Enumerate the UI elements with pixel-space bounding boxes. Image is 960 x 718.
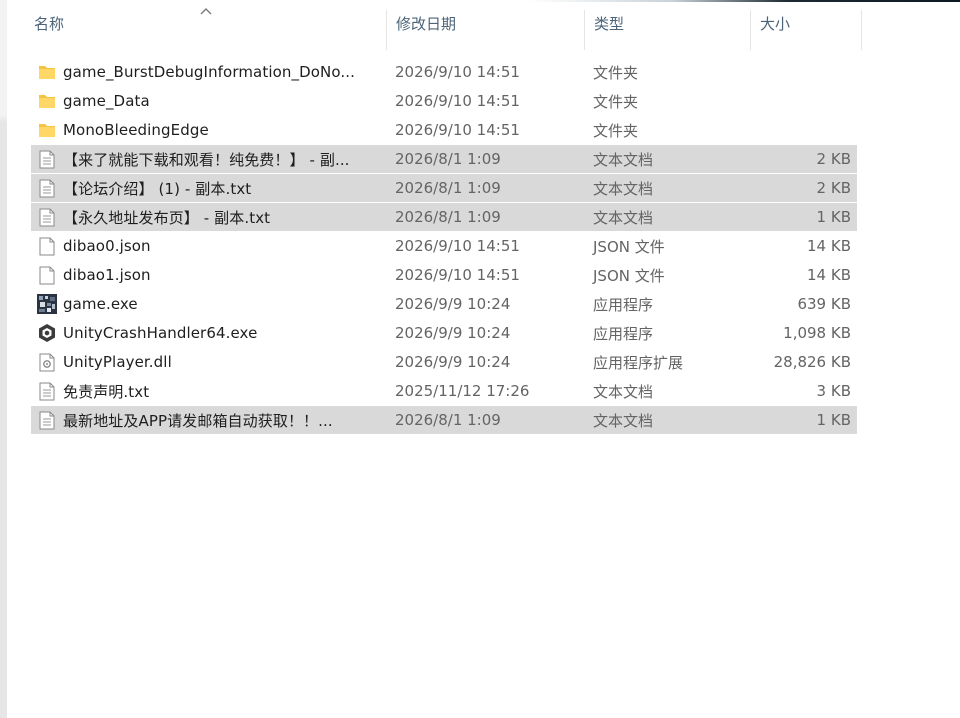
text-file-icon (37, 410, 57, 430)
column-header-date-label: 修改日期 (396, 14, 457, 33)
file-date: 2026/9/9 10:24 (395, 295, 511, 313)
file-row[interactable]: UnityCrashHandler64.exe 2026/9/9 10:24 应用程… (31, 319, 857, 347)
file-size: 639 KB (797, 295, 851, 313)
file-size: 2 KB (816, 179, 851, 197)
dll-file-icon (37, 352, 57, 372)
file-name: game_Data (63, 92, 150, 110)
text-file-icon (37, 207, 57, 227)
file-type: 应用程序 (593, 295, 654, 314)
file-date: 2026/8/1 1:09 (395, 411, 501, 429)
file-row[interactable]: UnityPlayer.dll 2026/9/9 10:24 应用程序扩展 28,82… (31, 348, 857, 376)
file-name: game.exe (63, 295, 138, 313)
file-name: 【永久地址发布页】 - 副本.txt (63, 208, 271, 227)
file-name: MonoBleedingEdge (63, 121, 209, 139)
column-header-type[interactable]: 类型 (585, 0, 751, 50)
folder-icon (37, 120, 57, 140)
file-size: 14 KB (807, 237, 851, 255)
blank-file-icon (37, 265, 57, 285)
folder-icon (37, 62, 57, 82)
file-row[interactable]: 免责声明.txt 2025/11/12 17:26 文本文档 3 KB (31, 377, 857, 405)
file-row[interactable]: MonoBleedingEdge 2026/9/10 14:51 文件夹 (31, 116, 857, 144)
file-size: 28,826 KB (773, 353, 851, 371)
file-row[interactable]: dibao1.json 2026/9/10 14:51 JSON 文件 14 KB (31, 261, 857, 289)
file-name: 【论坛介绍】 (1) - 副本.txt (63, 179, 252, 198)
file-size: 1 KB (816, 411, 851, 429)
file-row[interactable]: game_BurstDebugInformation_DoNo... 2026/9… (31, 58, 857, 86)
file-type: 文本文档 (593, 179, 654, 198)
file-name: UnityCrashHandler64.exe (63, 324, 258, 342)
column-header-bar: 名称 修改日期 类型 大小 (7, 0, 960, 50)
file-type: 文本文档 (593, 150, 654, 169)
file-size: 2 KB (816, 150, 851, 168)
folder-icon (37, 91, 57, 111)
file-row[interactable]: 【来了就能下载和观看！纯免费！】 - 副... 2026/8/1 1:09 文本文档… (31, 145, 857, 173)
column-header-size[interactable]: 大小 (751, 0, 862, 50)
file-date: 2026/8/1 1:09 (395, 179, 501, 197)
file-date: 2026/8/1 1:09 (395, 208, 501, 226)
file-size: 1,098 KB (783, 324, 851, 342)
file-name: UnityPlayer.dll (63, 353, 172, 371)
file-row[interactable]: 【永久地址发布页】 - 副本.txt 2026/8/1 1:09 文本文档 1 KB (31, 203, 857, 231)
file-size: 14 KB (807, 266, 851, 284)
file-type: 文本文档 (593, 208, 654, 227)
file-list: 名称 修改日期 类型 大小 game_BurstDebugInformation… (7, 0, 960, 718)
column-header-type-label: 类型 (594, 14, 625, 33)
file-row[interactable]: 【论坛介绍】 (1) - 副本.txt 2026/8/1 1:09 文本文档 2 KB (31, 174, 857, 202)
file-type: 文本文档 (593, 382, 654, 401)
file-date: 2026/9/9 10:24 (395, 353, 511, 371)
blank-file-icon (37, 236, 57, 256)
file-row[interactable]: game_Data 2026/9/10 14:51 文件夹 (31, 87, 857, 115)
navigation-pane-edge (0, 0, 7, 718)
column-header-name[interactable]: 名称 (25, 0, 387, 50)
file-name: dibao1.json (63, 266, 151, 284)
file-row[interactable]: dibao0.json 2026/9/10 14:51 JSON 文件 14 KB (31, 232, 857, 260)
game-exe-icon (37, 294, 57, 314)
file-size: 3 KB (816, 382, 851, 400)
file-size: 1 KB (816, 208, 851, 226)
text-file-icon (37, 178, 57, 198)
text-file-icon (37, 381, 57, 401)
column-header-size-label: 大小 (760, 14, 791, 33)
file-date: 2026/9/10 14:51 (395, 63, 520, 81)
file-type: 应用程序 (593, 324, 654, 343)
file-date: 2025/11/12 17:26 (395, 382, 530, 400)
file-type: JSON 文件 (593, 237, 665, 256)
column-header-name-label: 名称 (34, 14, 65, 33)
file-type: JSON 文件 (593, 266, 665, 285)
file-type: 应用程序扩展 (593, 353, 684, 372)
unity-logo-icon (37, 323, 57, 343)
file-row[interactable]: game.exe 2026/9/9 10:24 应用程序 639 KB (31, 290, 857, 318)
file-type: 文件夹 (593, 92, 639, 111)
file-name: 最新地址及APP请发邮箱自动获取！！... (63, 411, 333, 430)
text-file-icon (37, 149, 57, 169)
column-header-date[interactable]: 修改日期 (387, 0, 585, 50)
file-date: 2026/9/10 14:51 (395, 121, 520, 139)
file-name: 免责声明.txt (63, 382, 150, 401)
column-divider[interactable] (861, 10, 862, 50)
file-date: 2026/9/10 14:51 (395, 266, 520, 284)
file-date: 2026/8/1 1:09 (395, 150, 501, 168)
file-type: 文本文档 (593, 411, 654, 430)
file-name: game_BurstDebugInformation_DoNo... (63, 63, 355, 81)
file-type: 文件夹 (593, 121, 639, 140)
file-name: dibao0.json (63, 237, 151, 255)
file-row[interactable]: 最新地址及APP请发邮箱自动获取！！... 2026/8/1 1:09 文本文档 1 … (31, 406, 857, 434)
file-name: 【来了就能下载和观看！纯免费！】 - 副... (63, 150, 350, 169)
file-type: 文件夹 (593, 63, 639, 82)
file-date: 2026/9/10 14:51 (395, 237, 520, 255)
file-date: 2026/9/9 10:24 (395, 324, 511, 342)
file-date: 2026/9/10 14:51 (395, 92, 520, 110)
